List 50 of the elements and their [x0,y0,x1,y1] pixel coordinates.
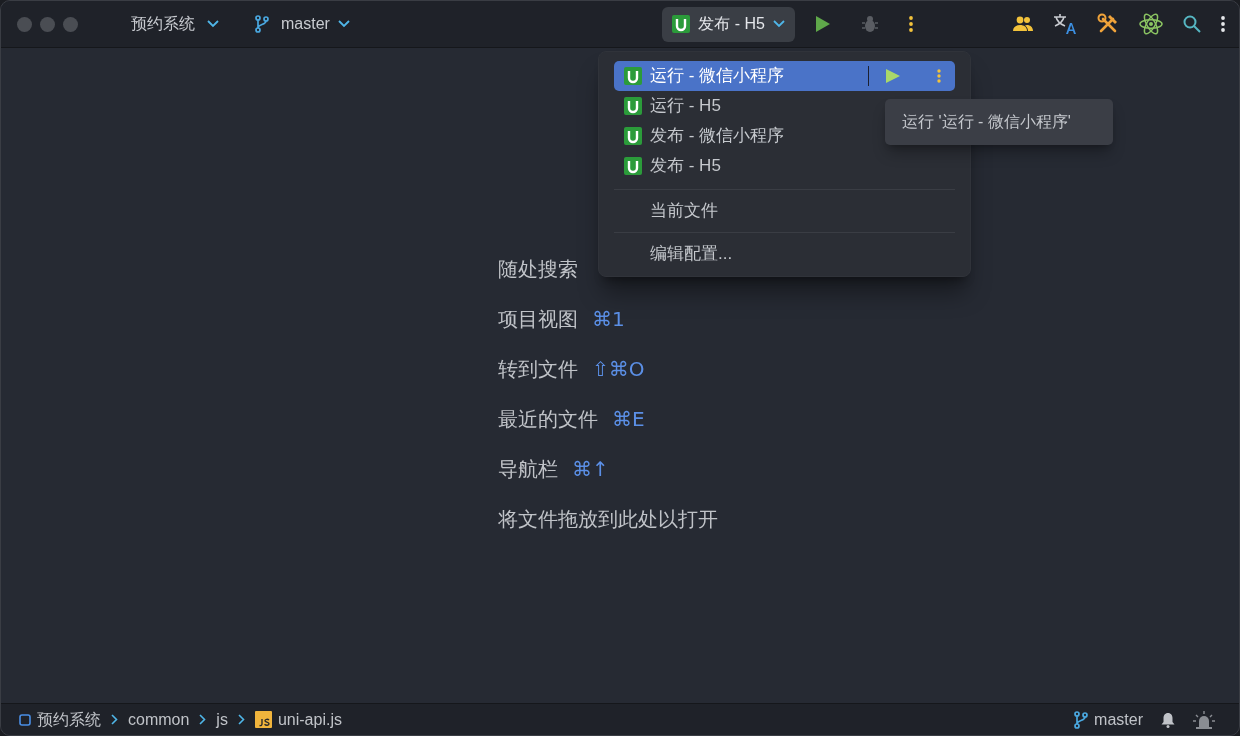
menu-item[interactable]: 当前文件 [614,196,955,226]
chevron-down-icon [207,20,219,28]
menu-item[interactable]: 发布 - H5 [614,151,955,181]
hint-text: 随处搜索 [498,256,578,282]
more-options-icon[interactable] [909,16,913,32]
run-icon[interactable] [885,68,901,84]
search-icon[interactable] [1183,15,1201,33]
atom-icon[interactable] [1139,12,1163,36]
run-icon[interactable] [815,15,831,33]
javascript-file-icon [254,711,272,728]
branch-widget[interactable]: master [1074,707,1143,732]
keyboard-shortcut: ⇧⌘O [592,355,645,383]
people-icon[interactable] [1013,16,1033,32]
project-selector[interactable]: 预约系统 [127,12,223,36]
uni-app-icon [624,97,642,115]
hint-text: 转到文件 [498,356,578,382]
bug-icon[interactable] [861,15,879,33]
uni-app-icon [624,67,642,85]
keyboard-shortcut: ⌘E [612,405,645,433]
keyboard-shortcut: ⌘1 [592,305,625,333]
uni-app-icon [672,15,691,33]
chevron-right-icon [199,714,207,725]
breadcrumb-item[interactable]: uni-api.js [254,707,342,732]
branch-icon [1074,710,1089,729]
uni-app-icon [624,157,642,175]
tools-icon[interactable] [1097,13,1119,35]
tooltip: 运行 '运行 - 微信小程序' [885,99,1113,145]
chevron-right-icon [111,714,118,725]
branch-icon [255,15,269,33]
breadcrumb-item[interactable]: js [216,707,228,732]
breadcrumb-item[interactable]: common [128,707,190,732]
hint-text: 将文件拖放到此处以打开 [498,506,718,532]
translate-icon[interactable] [1053,13,1077,35]
uni-app-icon [624,127,642,145]
notification-bell-icon[interactable] [1161,711,1175,728]
hint-text: 项目视图 [498,306,578,332]
breadcrumb-item[interactable]: 预约系统 [19,707,101,732]
chevron-right-icon [237,714,245,725]
chevron-down-icon [773,20,785,28]
chevron-down-icon [337,20,350,28]
menu-item[interactable]: 编辑配置... [614,239,955,269]
module-icon [19,713,31,726]
hint-text: 导航栏 [498,456,558,482]
menu-item[interactable]: 运行 - 微信小程序 [614,61,955,91]
more-options-icon[interactable] [1221,16,1225,32]
run-configuration-selector[interactable]: 发布 - H5 [662,6,795,42]
hint-text: 最近的文件 [498,406,598,432]
alarm-light-icon[interactable] [1193,710,1215,729]
keyboard-shortcut: ⌘↑ [572,455,609,483]
branch-selector[interactable]: master [251,12,354,36]
